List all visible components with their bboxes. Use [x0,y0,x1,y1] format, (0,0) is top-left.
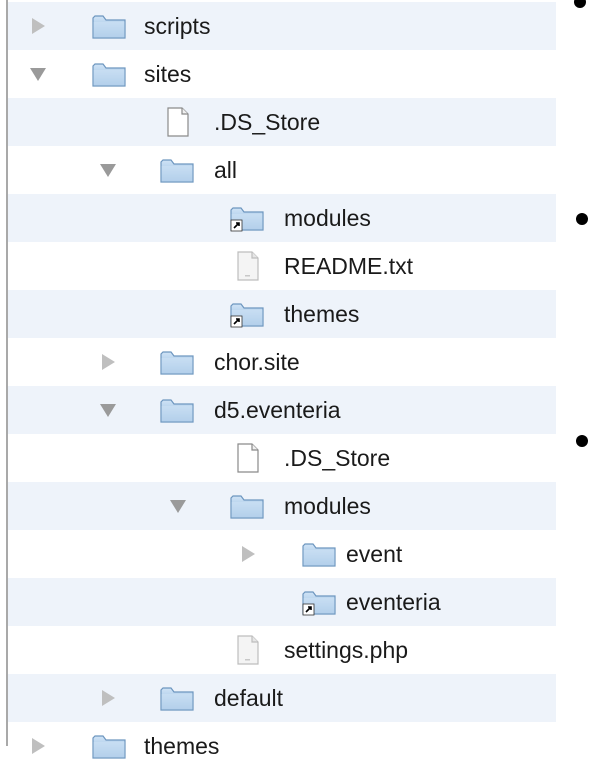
disclosure-triangle-expanded-icon[interactable] [26,50,50,98]
tree-item-label: all [214,157,238,183]
tree-item-label: modules [284,493,371,519]
triangle-down-icon [100,163,116,177]
bullet-point [574,0,586,8]
folder-icon [160,156,194,184]
tree-row-all-readme[interactable]: README.txt [8,242,556,290]
triangle-right-icon [101,354,115,370]
tree-row-all-themes[interactable]: themes [8,290,556,338]
triangle-down-icon [30,67,46,81]
disclosure-triangle-collapsed-icon[interactable] [26,2,50,50]
folder-alias-icon [230,204,264,232]
tree-row-scripts[interactable]: scripts [8,2,556,50]
disclosure-triangle-expanded-icon[interactable] [166,482,190,530]
file-tree[interactable]: scripts sites .DS_Store all modules README.tx… [8,2,556,766]
disclosure-triangle-collapsed-icon[interactable] [96,338,120,386]
tree-row-chor-site[interactable]: chor.site [8,338,556,386]
disclosure-triangle-expanded-icon[interactable] [96,146,120,194]
folder-icon [92,12,126,40]
text-file-icon [230,635,264,665]
tree-item-label: eventeria [346,589,441,615]
tree-item-label: .DS_Store [214,109,321,135]
folder-icon [160,348,194,376]
tree-item-label: event [346,541,403,567]
tree-row-all[interactable]: all [8,146,556,194]
tree-row-default[interactable]: default [8,674,556,722]
folder-icon [160,396,194,424]
disclosure-triangle-collapsed-icon[interactable] [236,530,260,578]
triangle-right-icon [101,690,115,706]
folder-icon [92,732,126,760]
bullet-point [576,213,588,225]
triangle-right-icon [31,738,45,754]
tree-item-label: d5.eventeria [214,397,341,423]
tree-item-label: chor.site [214,349,300,375]
tree-item-label: .DS_Store [284,445,391,471]
tree-row-settings-php[interactable]: settings.php [8,626,556,674]
triangle-right-icon [31,18,45,34]
tree-item-label: scripts [144,13,211,39]
tree-item-label: modules [284,205,371,231]
triangle-down-icon [100,403,116,417]
tree-item-label: themes [144,733,220,759]
folder-icon [302,540,336,568]
tree-item-label: sites [144,61,192,87]
triangle-down-icon [170,499,186,513]
file-icon [230,443,264,473]
tree-row-d5-ds-store[interactable]: .DS_Store [8,434,556,482]
folder-alias-icon [302,588,336,616]
tree-item-label: settings.php [284,637,409,663]
disclosure-triangle-expanded-icon[interactable] [96,386,120,434]
tree-row-all-modules[interactable]: modules [8,194,556,242]
tree-row-d5-modules[interactable]: modules [8,482,556,530]
folder-alias-icon [230,300,264,328]
tree-row-sites-ds-store[interactable]: .DS_Store [8,98,556,146]
text-file-icon [230,251,264,281]
bullet-point [576,435,588,447]
disclosure-triangle-collapsed-icon[interactable] [96,674,120,722]
triangle-right-icon [241,546,255,562]
folder-icon [160,684,194,712]
file-icon [160,107,194,137]
tree-row-themes[interactable]: themes [8,722,556,766]
disclosure-triangle-collapsed-icon[interactable] [26,722,50,770]
tree-row-eventeria[interactable]: eventeria [8,578,556,626]
tree-row-sites[interactable]: sites [8,50,556,98]
folder-icon [230,492,264,520]
tree-item-label: default [214,685,284,711]
tree-item-label: themes [284,301,360,327]
tree-item-label: README.txt [284,253,414,279]
tree-row-d5-eventeria[interactable]: d5.eventeria [8,386,556,434]
folder-icon [92,60,126,88]
tree-row-event[interactable]: event [8,530,556,578]
